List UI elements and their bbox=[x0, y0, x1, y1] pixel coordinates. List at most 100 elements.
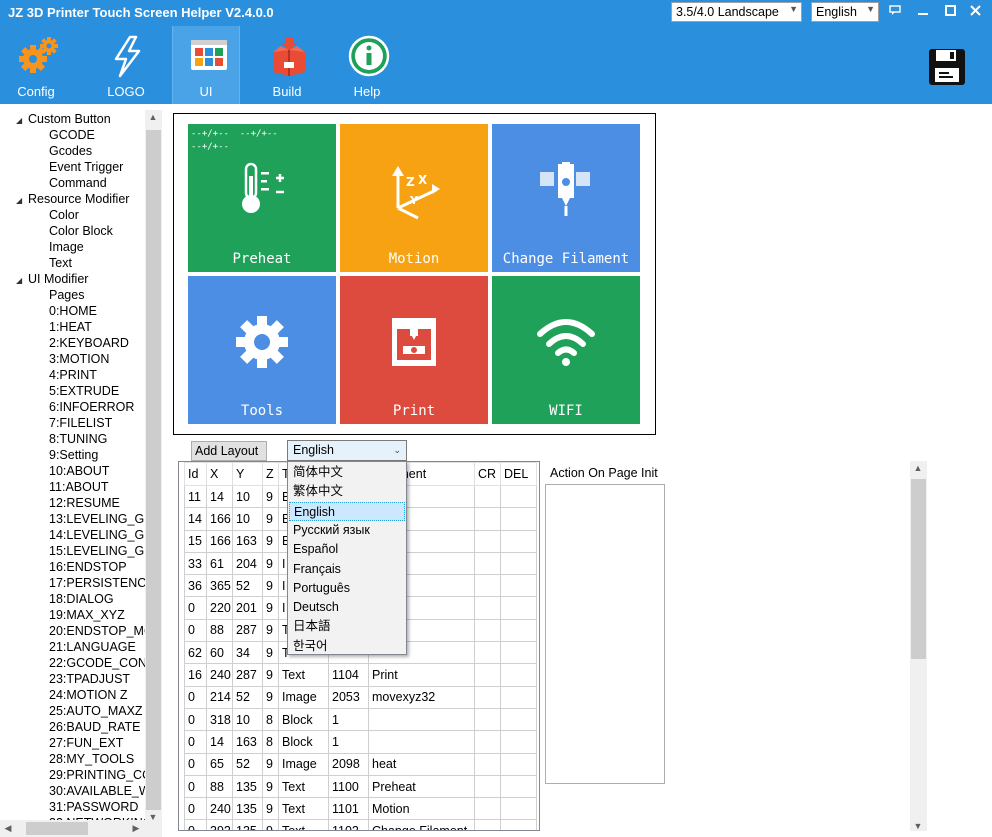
table-cell[interactable]: Block bbox=[278, 730, 329, 754]
table-cell[interactable] bbox=[500, 819, 537, 830]
tree-item[interactable]: 18:DIALOG bbox=[49, 591, 114, 607]
tree-item[interactable]: 2:KEYBOARD bbox=[49, 335, 129, 351]
column-header[interactable]: Id bbox=[184, 462, 207, 486]
table-cell[interactable]: 9 bbox=[262, 596, 279, 620]
layout-language-select[interactable]: English ⌄ bbox=[287, 440, 407, 461]
tree-item[interactable]: 30:AVAILABLE_W bbox=[49, 783, 145, 799]
language-option[interactable]: 日本語 bbox=[289, 617, 405, 637]
table-cell[interactable]: 318 bbox=[206, 707, 233, 732]
table-cell[interactable]: 0 bbox=[184, 819, 207, 830]
tree-item[interactable]: 5:EXTRUDE bbox=[49, 383, 119, 399]
table-cell[interactable]: 10 bbox=[232, 507, 263, 531]
table-cell[interactable]: 0 bbox=[184, 774, 207, 799]
language-option[interactable]: Русский язык bbox=[289, 521, 405, 541]
table-cell[interactable]: 65 bbox=[206, 752, 233, 776]
table-row[interactable]: 0 214 52 9 Image 2053 movexyz32 bbox=[184, 685, 537, 709]
ui-language-select[interactable]: English ▼ bbox=[811, 2, 879, 22]
language-option[interactable]: Español bbox=[289, 540, 405, 560]
tree-item[interactable]: 13:LEVELING_GU bbox=[49, 511, 145, 527]
table-cell[interactable] bbox=[474, 685, 501, 709]
table-cell[interactable]: 52 bbox=[232, 752, 263, 776]
tree-group[interactable]: ◢ Custom Button bbox=[16, 111, 111, 127]
table-row[interactable]: 0 65 52 9 Image 2098 heat bbox=[184, 752, 537, 776]
tree-horizontal-scrollbar[interactable]: ◀ ▶ bbox=[0, 820, 162, 837]
tree-item[interactable]: 26:BAUD_RATE bbox=[49, 719, 140, 735]
table-cell[interactable]: 62 bbox=[184, 641, 207, 665]
table-cell[interactable]: 9 bbox=[262, 641, 279, 665]
table-cell[interactable]: 2098 bbox=[328, 752, 369, 776]
table-cell[interactable]: 14 bbox=[206, 484, 233, 509]
scroll-down-icon[interactable]: ▼ bbox=[910, 821, 926, 831]
table-cell[interactable]: 0 bbox=[184, 730, 207, 754]
table-cell[interactable]: 0 bbox=[184, 596, 207, 620]
language-option[interactable]: Français bbox=[289, 560, 405, 580]
table-cell[interactable] bbox=[500, 529, 537, 553]
table-cell[interactable]: 0 bbox=[184, 752, 207, 776]
table-cell[interactable] bbox=[474, 707, 501, 732]
table-cell[interactable]: Text bbox=[278, 663, 329, 687]
table-cell[interactable]: 16 bbox=[184, 663, 207, 687]
minimize-button[interactable] bbox=[914, 3, 932, 21]
scroll-up-icon[interactable]: ▲ bbox=[145, 112, 161, 122]
tree-hscroll-thumb[interactable] bbox=[26, 822, 88, 835]
table-cell[interactable]: 52 bbox=[232, 574, 263, 598]
scroll-left-icon[interactable]: ◀ bbox=[0, 823, 16, 834]
table-row[interactable]: 0 14 163 8 Block 1 bbox=[184, 730, 537, 754]
table-cell[interactable] bbox=[500, 484, 537, 509]
table-cell[interactable]: 214 bbox=[206, 685, 233, 709]
feedback-icon[interactable] bbox=[886, 3, 904, 21]
table-cell[interactable]: 9 bbox=[262, 685, 279, 709]
table-cell[interactable] bbox=[474, 551, 501, 576]
table-cell[interactable] bbox=[474, 484, 501, 509]
tree-item[interactable]: 14:LEVELING_GU bbox=[49, 527, 145, 543]
scroll-up-icon[interactable]: ▲ bbox=[910, 463, 926, 473]
tree-item[interactable]: 3:MOTION bbox=[49, 351, 109, 367]
table-cell[interactable]: 135 bbox=[232, 797, 263, 821]
language-option[interactable]: 繁体中文 bbox=[289, 482, 405, 502]
tree-item[interactable]: Color bbox=[49, 207, 79, 223]
expand-triangle-icon[interactable]: ◢ bbox=[16, 113, 28, 129]
table-cell[interactable] bbox=[500, 618, 537, 643]
table-cell[interactable] bbox=[500, 707, 537, 732]
tree-group[interactable]: ◢ UI Modifier bbox=[16, 271, 88, 287]
tree-item[interactable]: Text bbox=[49, 255, 72, 271]
table-cell[interactable]: Print bbox=[368, 663, 475, 687]
table-cell[interactable]: 14 bbox=[206, 730, 233, 754]
close-button[interactable] bbox=[966, 3, 984, 21]
action-on-page-init-list[interactable] bbox=[545, 484, 665, 784]
language-option[interactable]: Deutsch bbox=[289, 598, 405, 618]
table-cell[interactable] bbox=[500, 507, 537, 531]
tree-item[interactable]: 24:MOTION Z bbox=[49, 687, 127, 703]
tree-item[interactable]: 27:FUN_EXT bbox=[49, 735, 123, 751]
table-cell[interactable]: 135 bbox=[232, 819, 263, 830]
table-cell[interactable]: 287 bbox=[232, 663, 263, 687]
toolbar-logo[interactable]: LOGO bbox=[92, 26, 160, 104]
table-cell[interactable]: 287 bbox=[232, 618, 263, 643]
table-cell[interactable]: 10 bbox=[232, 707, 263, 732]
tile-wifi[interactable]: WIFI bbox=[492, 276, 640, 424]
tile-motion[interactable]: Z X Y Motion bbox=[340, 124, 488, 272]
table-cell[interactable]: Block bbox=[278, 707, 329, 732]
maximize-button[interactable] bbox=[941, 3, 959, 21]
toolbar-build[interactable]: Build bbox=[253, 26, 321, 104]
tree-item[interactable]: 15:LEVELING_GU bbox=[49, 543, 145, 559]
table-cell[interactable]: movexyz32 bbox=[368, 685, 475, 709]
table-row[interactable]: 03921359Text1102Change Filament bbox=[184, 819, 537, 830]
table-cell[interactable]: Text bbox=[278, 797, 329, 821]
table-cell[interactable] bbox=[474, 774, 501, 799]
table-cell[interactable] bbox=[500, 551, 537, 576]
table-cell[interactable] bbox=[474, 663, 501, 687]
table-cell[interactable]: 14 bbox=[184, 507, 207, 531]
table-cell[interactable] bbox=[474, 618, 501, 643]
table-cell[interactable]: 60 bbox=[206, 641, 233, 665]
scroll-right-icon[interactable]: ▶ bbox=[128, 823, 144, 834]
table-cell[interactable]: 8 bbox=[262, 707, 279, 732]
table-cell[interactable]: 9 bbox=[262, 529, 279, 553]
table-cell[interactable]: Image bbox=[278, 752, 329, 776]
table-cell[interactable]: 9 bbox=[262, 797, 279, 821]
table-cell[interactable]: 9 bbox=[262, 574, 279, 598]
table-cell[interactable]: 9 bbox=[262, 774, 279, 799]
table-cell[interactable]: 15 bbox=[184, 529, 207, 553]
tile-tools[interactable]: Tools bbox=[188, 276, 336, 424]
table-cell[interactable]: 9 bbox=[262, 618, 279, 643]
